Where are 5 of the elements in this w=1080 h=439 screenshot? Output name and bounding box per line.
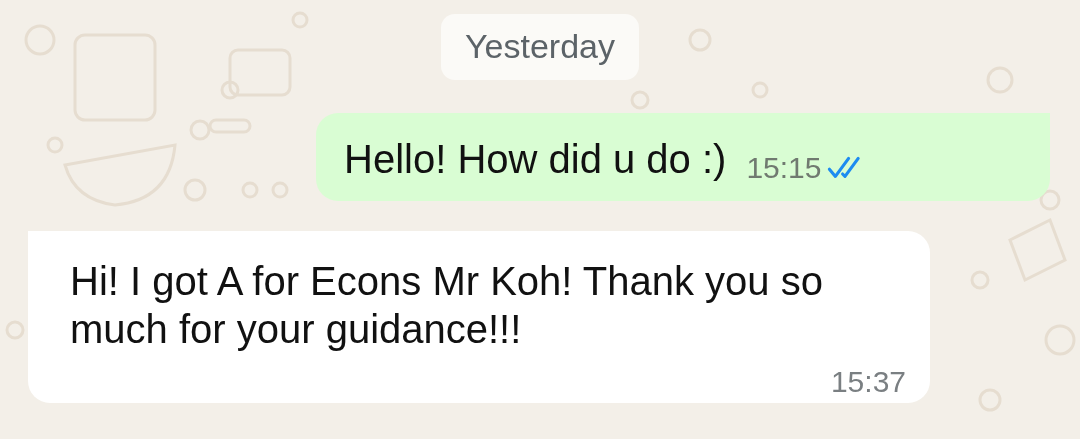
message-text: Hello! How did u do :) [344, 136, 727, 183]
date-chip: Yesterday [441, 14, 639, 80]
message-time: 15:37 [830, 365, 906, 399]
message-text: Hi! I got A for Econs Mr Koh! Thank you so much for your guidance!!! [70, 258, 824, 353]
message-time: 15:15 [746, 151, 822, 185]
